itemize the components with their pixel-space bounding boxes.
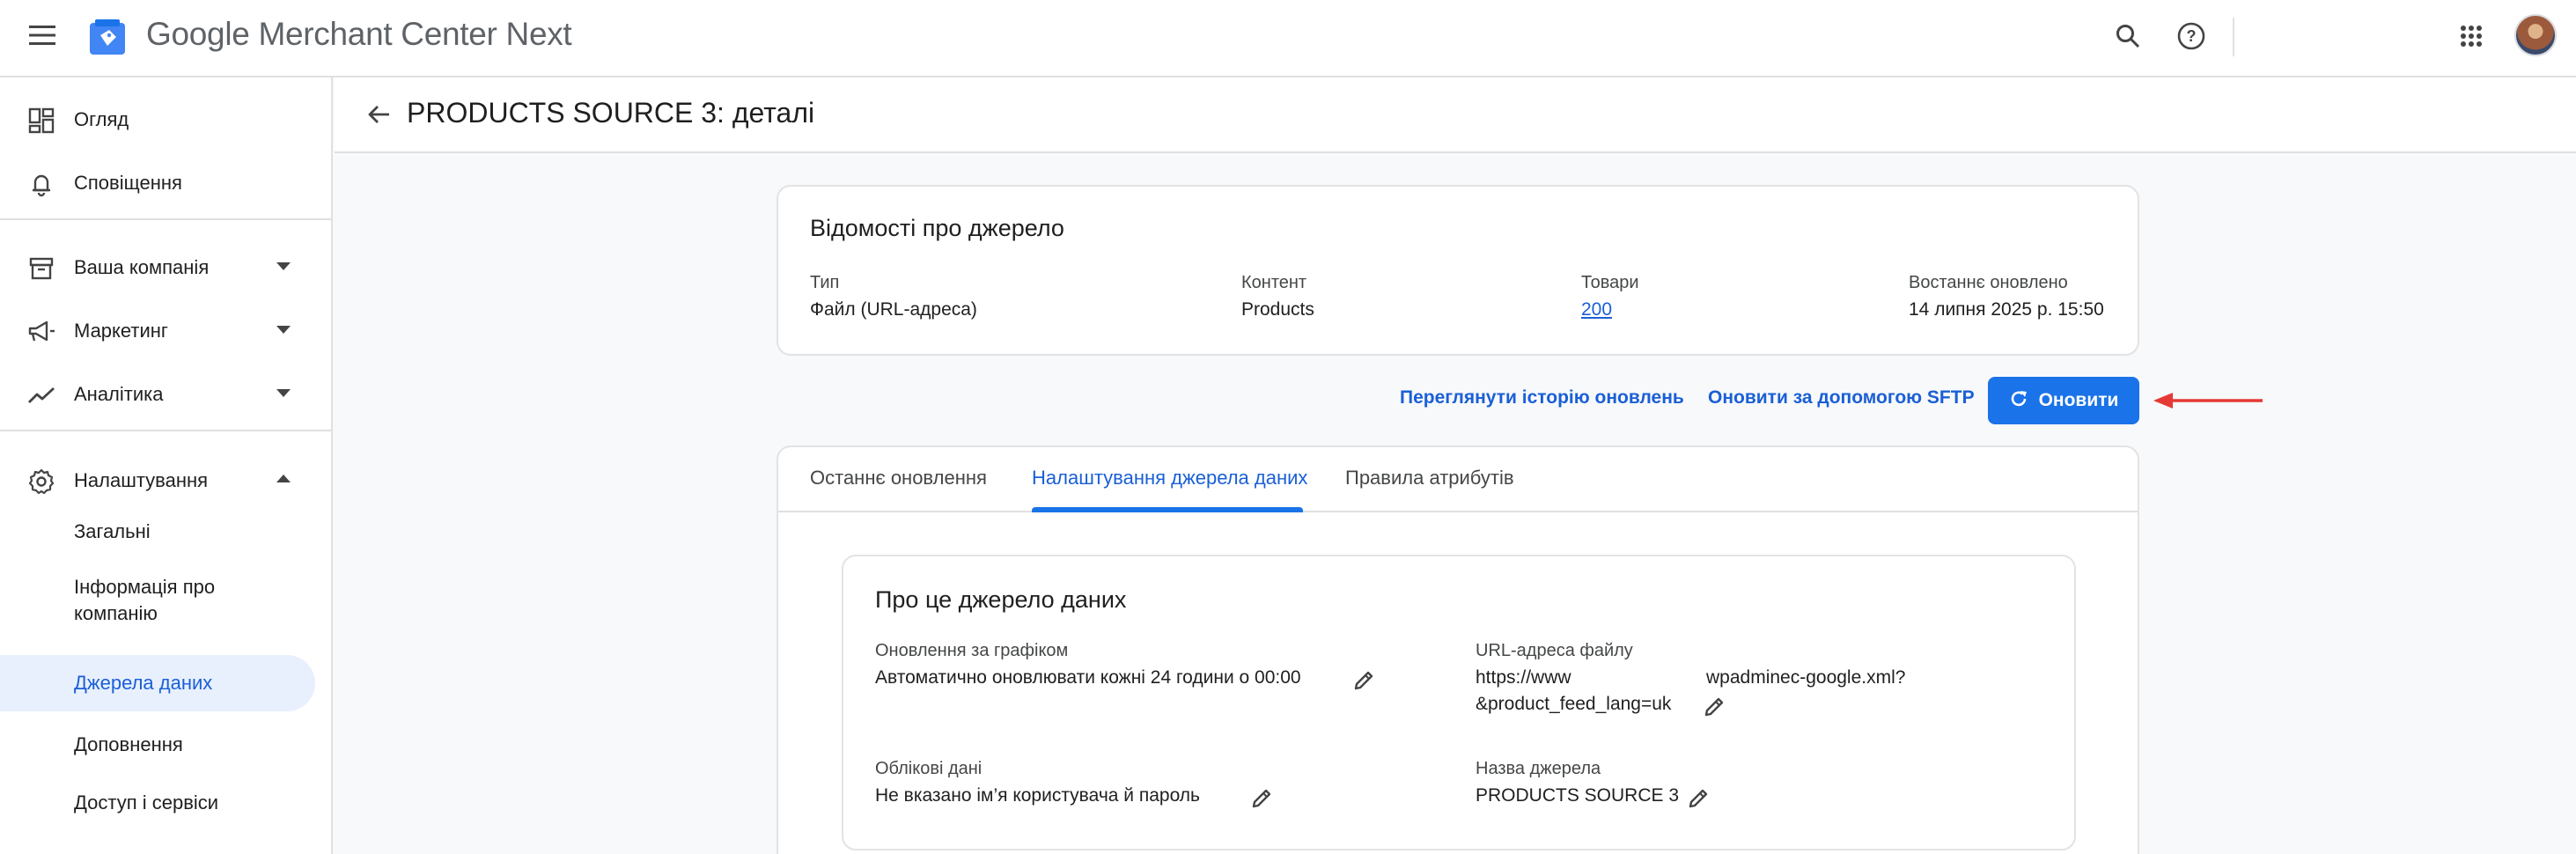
sidebar-subitem-label: Загальні	[74, 520, 151, 542]
schedule-value: Автоматично оновлювати кожні 24 години о…	[875, 667, 1301, 688]
update-button-label: Оновити	[2038, 390, 2119, 410]
last-updated-label: Востаннє оновлено	[1909, 273, 2068, 292]
type-label: Тип	[810, 273, 840, 292]
data-source-tabs-card: Останнє оновлення Налаштування джерела д…	[776, 445, 2139, 854]
sidebar-item-label: Огляд	[74, 108, 129, 130]
help-icon[interactable]: ?	[2173, 18, 2210, 55]
products-count-link[interactable]: 200	[1581, 299, 1612, 320]
card-title: Відомості про джерело	[810, 215, 1064, 241]
source-name-label: Назва джерела	[1476, 759, 1601, 778]
sidebar-subitem-data-sources[interactable]: Джерела даних	[0, 655, 315, 711]
sidebar-item-label: Сповіщення	[74, 172, 182, 194]
content-value: Products	[1241, 299, 1314, 320]
page-title: PRODUCTS SOURCE 3: деталі	[407, 97, 815, 129]
top-app-bar: Google Merchant Center Next ?	[0, 0, 2576, 77]
sidebar-subitem-label: Джерела даних	[74, 672, 213, 694]
dashboard-icon	[26, 106, 56, 136]
last-updated-value: 14 липня 2025 р. 15:50	[1909, 299, 2104, 320]
page-header: PRODUCTS SOURCE 3: деталі	[335, 77, 2576, 153]
annotation-arrow	[2153, 391, 2264, 415]
sidebar: Огляд Сповіщення Ваша компанія Маркетинг…	[0, 77, 333, 854]
tab-attribute-rules[interactable]: Правила атрибутів	[1345, 467, 1514, 490]
about-data-source-card: Про це джерело даних Оновлення за графік…	[842, 555, 2076, 850]
sidebar-subitem-access-services[interactable]: Доступ і сервіси	[0, 778, 315, 828]
sidebar-item-overview[interactable]: Огляд	[0, 92, 315, 148]
sidebar-subitem-label: Доступ і сервіси	[74, 791, 219, 814]
schedule-label: Оновлення за графіком	[875, 641, 1069, 660]
update-button[interactable]: Оновити	[1988, 377, 2139, 424]
avatar[interactable]	[2514, 14, 2557, 56]
megaphone-icon	[26, 317, 56, 347]
sidebar-divider	[0, 218, 333, 220]
sidebar-item-settings[interactable]: Налаштування	[0, 453, 315, 509]
merchant-center-logo	[88, 18, 127, 56]
trending-icon	[26, 380, 56, 410]
sidebar-item-your-business[interactable]: Ваша компанія	[0, 239, 315, 296]
sidebar-item-label: Налаштування	[74, 469, 209, 491]
sidebar-item-notifications[interactable]: Сповіщення	[0, 155, 315, 211]
chevron-down-icon	[276, 326, 291, 334]
menu-icon[interactable]	[26, 19, 58, 51]
edit-schedule-icon[interactable]	[1351, 667, 1377, 694]
app-title: Google Merchant Center Next	[146, 16, 572, 52]
store-icon	[26, 254, 56, 283]
refresh-icon	[2009, 389, 2028, 413]
content-label: Контент	[1241, 273, 1307, 292]
sidebar-subitem-add-ons[interactable]: Доповнення	[0, 720, 315, 769]
about-title: Про це джерело даних	[875, 586, 1127, 613]
file-url-line-2: &product_feed_lang=uk	[1476, 694, 1672, 714]
topbar-divider	[2233, 18, 2234, 56]
tabs-row: Останнє оновлення Налаштування джерела д…	[778, 447, 2138, 512]
sidebar-item-label: Маркетинг	[74, 320, 168, 342]
sidebar-item-marketing[interactable]: Маркетинг	[0, 303, 315, 359]
gear-icon	[26, 467, 56, 497]
chevron-down-icon	[276, 389, 291, 397]
source-name-value: PRODUCTS SOURCE 3	[1476, 785, 1680, 806]
edit-source-name-icon[interactable]	[1685, 785, 1711, 812]
sidebar-item-analytics[interactable]: Аналітика	[0, 366, 315, 423]
view-update-history-link[interactable]: Переглянути історію оновлень	[1400, 387, 1684, 409]
sidebar-item-label: Ваша компанія	[74, 256, 210, 278]
file-url-part-2: wpadminec-google.xml?	[1706, 667, 1906, 688]
sidebar-subitem-business-info[interactable]: Інформація про компанію	[0, 571, 315, 632]
active-tab-indicator	[1032, 507, 1303, 512]
type-value: Файл (URL-адреса)	[810, 299, 977, 320]
bell-icon	[26, 169, 56, 199]
sidebar-divider	[0, 430, 333, 431]
products-label: Товари	[1581, 273, 1639, 292]
sidebar-item-label: Аналітика	[74, 383, 164, 405]
source-info-card: Відомості про джерело Тип Файл (URL-адре…	[776, 185, 2139, 356]
update-via-sftp-link[interactable]: Оновити за допомогою SFTP	[1708, 387, 1975, 409]
tab-last-update[interactable]: Останнє оновлення	[810, 467, 987, 490]
edit-credentials-icon[interactable]	[1248, 785, 1275, 812]
credentials-label: Облікові дані	[875, 759, 983, 778]
credentials-value: Не вказано ім’я користувача й пароль	[875, 785, 1200, 806]
svg-text:?: ?	[2187, 27, 2197, 45]
back-arrow-icon[interactable]	[361, 97, 396, 132]
sidebar-subitem-label: Інформація про компанію	[74, 576, 216, 624]
search-icon[interactable]	[2109, 18, 2146, 55]
tab-data-source-settings[interactable]: Налаштування джерела даних	[1032, 467, 1307, 490]
edit-file-url-icon[interactable]	[1701, 694, 1727, 720]
file-url-label: URL-адреса файлу	[1476, 641, 1633, 660]
apps-grid-icon[interactable]	[2453, 18, 2490, 55]
chevron-down-icon	[276, 262, 291, 270]
chevron-up-icon	[276, 475, 291, 482]
file-url-part-1: https://www	[1476, 667, 1571, 688]
sidebar-subitem-general[interactable]: Загальні	[0, 514, 315, 549]
sidebar-subitem-label: Доповнення	[74, 733, 183, 755]
